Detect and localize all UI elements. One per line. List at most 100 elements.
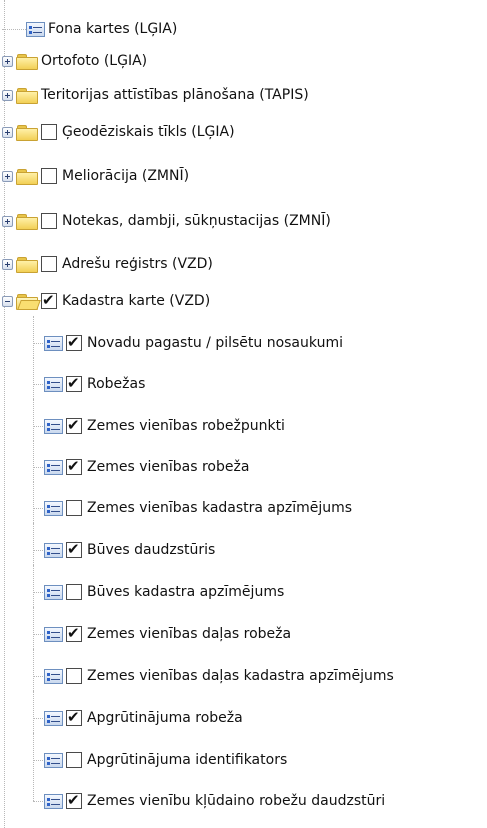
folder-icon (16, 168, 38, 185)
tree-item-novadu-pagastu-pilsetu-nosaukumi[interactable]: Novadu pagastu / pilsētu nosaukumi (33, 316, 343, 358)
tree-item-label[interactable]: Ortofoto (LĢIA) (41, 53, 147, 69)
tree-item-kadastra-karte-vzd[interactable]: Kadastra karte (VZD) (2, 286, 210, 316)
layer-visibility-checkbox[interactable] (41, 256, 57, 272)
tree-item-label[interactable]: Apgrūtinājuma identifikators (87, 752, 287, 768)
tree-item-label[interactable]: Teritorijas attīstības plānošana (TAPIS) (41, 87, 309, 103)
expand-icon[interactable] (2, 258, 13, 270)
tree-item-ortofoto-lgia[interactable]: Ortofoto (LĢIA) (2, 46, 147, 76)
tree-item-label[interactable]: Novadu pagastu / pilsētu nosaukumi (87, 335, 343, 351)
layer-icon (44, 793, 63, 809)
tree-connector-line (33, 565, 34, 607)
tree-connector-line (33, 467, 43, 468)
tree-connector-line (2, 29, 26, 30)
tree-item-melioracija-zmni[interactable]: Meliorācija (ZMNĪ) (2, 161, 189, 191)
tree-connector-line (33, 607, 34, 649)
layer-visibility-checkbox[interactable] (41, 291, 57, 309)
layer-visibility-checkbox[interactable] (41, 213, 57, 229)
layer-visibility-checkbox[interactable] (66, 540, 82, 558)
layer-icon (44, 500, 63, 516)
tree-item-apgrutinajuma-robeza[interactable]: Apgrūtinājuma robeža (33, 691, 243, 733)
tree-connector-line (33, 634, 43, 635)
tree-connector-line (33, 760, 43, 761)
expand-icon[interactable] (2, 170, 13, 182)
tree-item-adresu-registrs-vzd[interactable]: Adrešu reģistrs (VZD) (2, 249, 213, 279)
tree-item-label[interactable]: Būves kadastra apzīmējums (87, 584, 284, 600)
layer-visibility-checkbox[interactable] (66, 791, 82, 809)
tree-connector-line (33, 357, 34, 399)
tree-connector-line (33, 343, 43, 344)
tree-item-teritorijas-attistibas-planosana-tapis[interactable]: Teritorijas attīstības plānošana (TAPIS) (2, 80, 309, 110)
tree-connector-line (33, 733, 34, 775)
tree-connector-line (33, 426, 43, 427)
layer-visibility-checkbox[interactable] (66, 708, 82, 726)
tree-item-apgrutinajuma-identifikators[interactable]: Apgrūtinājuma identifikators (33, 733, 287, 775)
tree-item-label[interactable]: Zemes vienības kadastra apzīmējums (87, 500, 352, 516)
layer-tree-panel: Fona kartes (LĢIA) Ortofoto (LĢIA) Teritor… (0, 0, 487, 828)
tree-connector-line (33, 718, 43, 719)
tree-item-label[interactable]: Adrešu reģistrs (VZD) (62, 256, 213, 272)
tree-connector-line (33, 801, 43, 802)
tree-connector-line (33, 440, 34, 482)
tree-connector-line (33, 774, 34, 801)
tree-item-zemes-vienibas-dalas-robeza[interactable]: Zemes vienības daļas robeža (33, 607, 291, 649)
tree-item-buves-daudzsturis[interactable]: Būves daudzstūris (33, 523, 215, 565)
tree-item-label[interactable]: Meliorācija (ZMNĪ) (62, 168, 189, 184)
tree-item-buves-kadastra-apzimejums[interactable]: Būves kadastra apzīmējums (33, 565, 284, 607)
folder-icon (16, 124, 38, 141)
layer-visibility-checkbox[interactable] (66, 752, 82, 768)
tree-connector-line (33, 649, 34, 691)
expand-icon[interactable] (2, 89, 13, 101)
expand-icon[interactable] (2, 126, 13, 138)
layer-icon (44, 542, 63, 558)
tree-item-zemes-vienibas-kadastra-apzimejums[interactable]: Zemes vienības kadastra apzīmējums (33, 481, 352, 523)
expand-icon[interactable] (2, 215, 13, 227)
tree-item-label[interactable]: Kadastra karte (VZD) (62, 293, 210, 309)
tree-item-zemes-vienibu-kludaino-robezu-daudzsturi[interactable]: Zemes vienību kļūdaino robežu daudzstūri (33, 774, 385, 816)
layer-visibility-checkbox[interactable] (66, 333, 82, 351)
layer-visibility-checkbox[interactable] (66, 624, 82, 642)
tree-connector-line (33, 508, 43, 509)
layer-icon (44, 752, 63, 768)
tree-connector-line (33, 481, 34, 523)
folder-icon (16, 213, 38, 230)
tree-item-geodeziskais-tikls-lgia[interactable]: Ģeodēziskais tīkls (LĢIA) (2, 117, 235, 147)
tree-connector-line (33, 523, 34, 565)
expand-icon[interactable] (2, 55, 13, 67)
tree-item-label[interactable]: Zemes vienības robeža (87, 459, 249, 475)
tree-item-zemes-vienibas-dalas-kadastra-apzimejums[interactable]: Zemes vienības daļas kadastra apzīmējums (33, 649, 394, 691)
tree-connector-line (33, 384, 43, 385)
tree-item-label[interactable]: Būves daudzstūris (87, 542, 215, 558)
layer-visibility-checkbox[interactable] (66, 374, 82, 392)
tree-item-notekas-dambji-suknustacijas-zmni[interactable]: Notekas, dambji, sūkņustacijas (ZMNĪ) (2, 206, 331, 236)
tree-connector-line (33, 676, 43, 677)
layer-visibility-checkbox[interactable] (66, 416, 82, 434)
collapse-icon[interactable] (2, 295, 13, 307)
tree-item-label[interactable]: Zemes vienības robežpunkti (87, 418, 285, 434)
layer-icon (44, 376, 63, 392)
layer-visibility-checkbox[interactable] (66, 668, 82, 684)
layer-visibility-checkbox[interactable] (41, 124, 57, 140)
layer-visibility-checkbox[interactable] (41, 168, 57, 184)
layer-icon (44, 459, 63, 475)
tree-item-label[interactable]: Zemes vienības daļas kadastra apzīmējums (87, 668, 394, 684)
folder-icon (16, 87, 38, 104)
layer-icon (44, 710, 63, 726)
tree-item-label[interactable]: Ģeodēziskais tīkls (LĢIA) (62, 124, 235, 140)
layer-icon (44, 626, 63, 642)
folder-icon (16, 53, 38, 70)
tree-item-zemes-vienibas-robezpunkti[interactable]: Zemes vienības robežpunkti (33, 399, 285, 441)
layer-visibility-checkbox[interactable] (66, 584, 82, 600)
tree-item-label[interactable]: Fona kartes (LĢIA) (48, 21, 177, 37)
layer-icon (26, 21, 45, 37)
tree-item-label[interactable]: Robežas (87, 376, 145, 392)
tree-item-label[interactable]: Zemes vienību kļūdaino robežu daudzstūri (87, 793, 385, 809)
tree-item-label[interactable]: Zemes vienības daļas robeža (87, 626, 291, 642)
tree-connector-line (33, 592, 43, 593)
tree-item-zemes-vienibas-robeza[interactable]: Zemes vienības robeža (33, 440, 249, 482)
layer-visibility-checkbox[interactable] (66, 457, 82, 475)
tree-item-label[interactable]: Apgrūtinājuma robeža (87, 710, 243, 726)
tree-item-label[interactable]: Notekas, dambji, sūkņustacijas (ZMNĪ) (62, 213, 331, 229)
tree-item-fona-kartes-lgia[interactable]: Fona kartes (LĢIA) (2, 14, 177, 44)
layer-visibility-checkbox[interactable] (66, 500, 82, 516)
tree-item-robezas[interactable]: Robežas (33, 357, 145, 399)
